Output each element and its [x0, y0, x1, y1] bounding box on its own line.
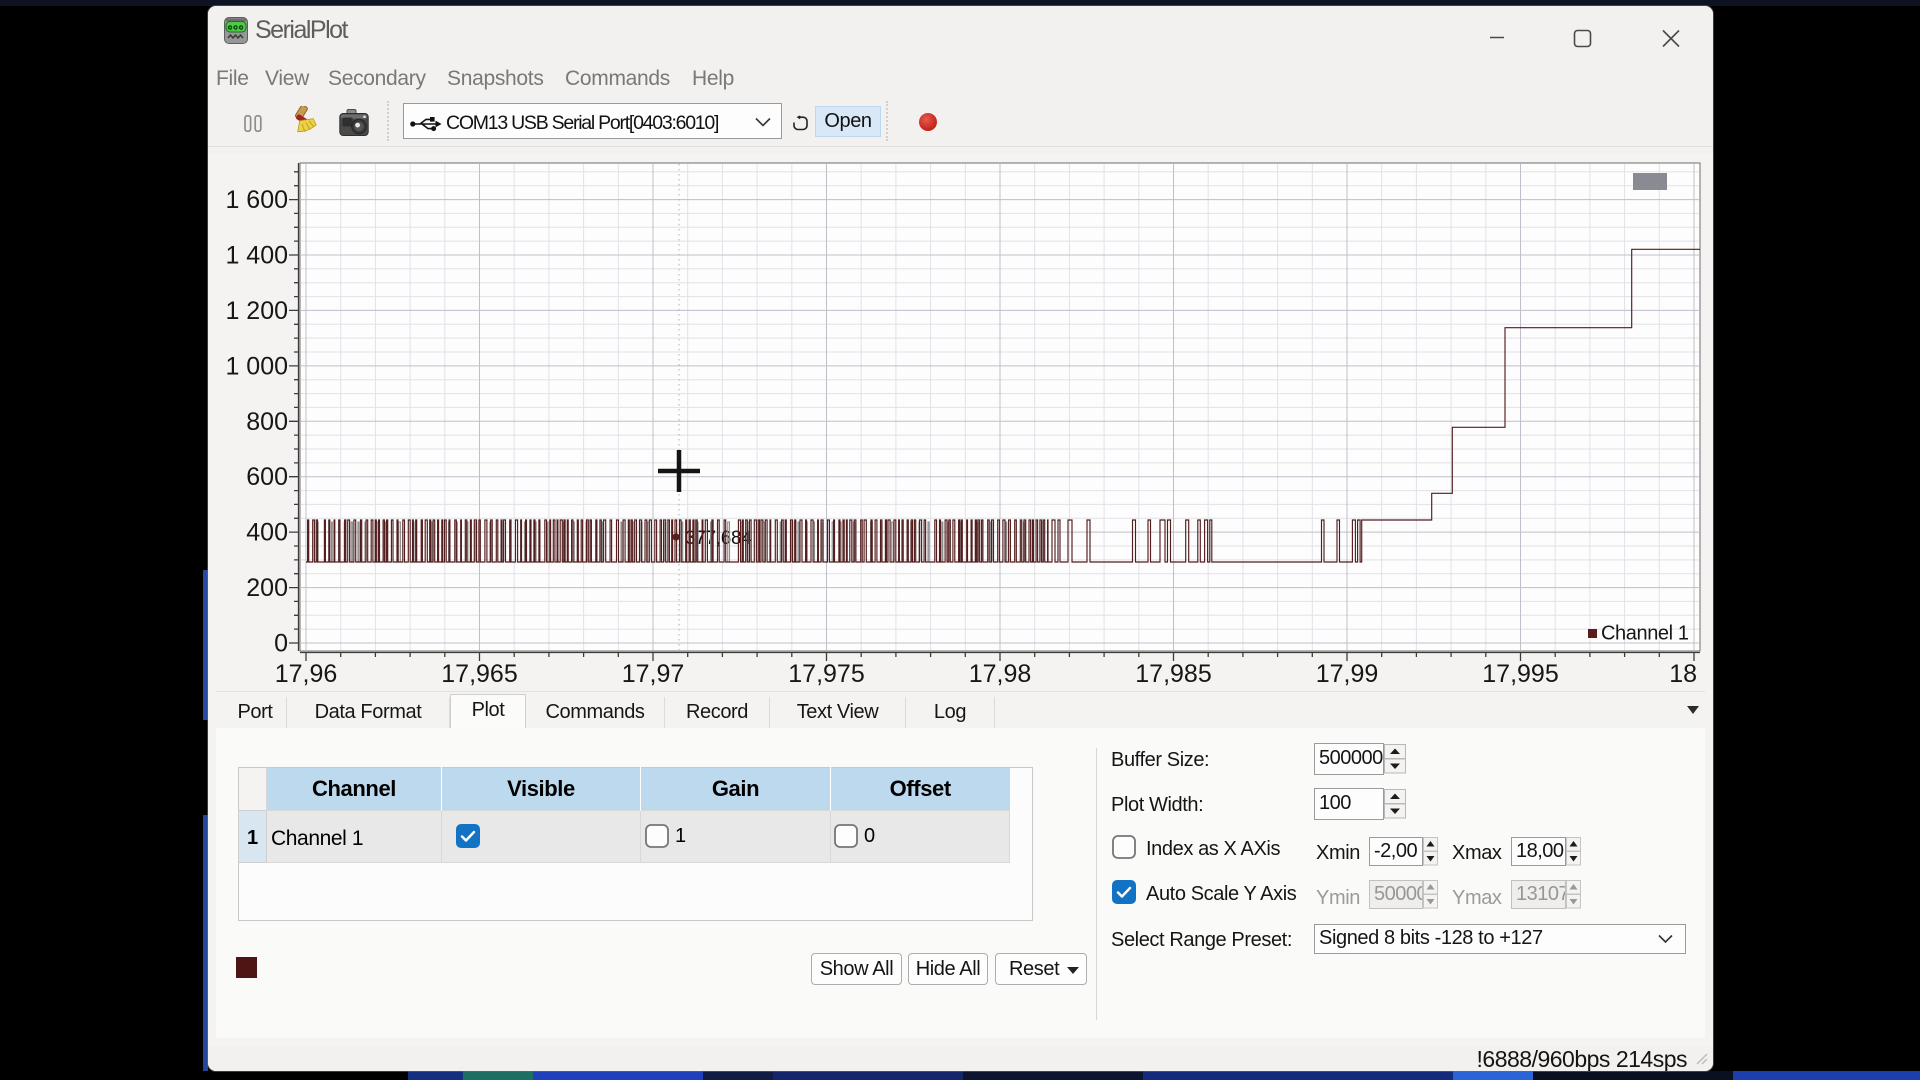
svg-text:200: 200 [246, 574, 288, 602]
svg-text:17,99: 17,99 [1316, 660, 1379, 688]
svg-text:17,965: 17,965 [441, 660, 517, 688]
svg-text:600: 600 [246, 463, 288, 491]
svg-text:17,98: 17,98 [969, 660, 1032, 688]
svg-text:1 600: 1 600 [225, 186, 288, 214]
svg-text:1 400: 1 400 [225, 242, 288, 270]
svg-text:800: 800 [246, 408, 288, 436]
svg-text:Channel 1: Channel 1 [1601, 623, 1689, 645]
svg-text:17,985: 17,985 [1135, 660, 1211, 688]
svg-text:17,97: 17,97 [622, 660, 685, 688]
svg-text:17,96: 17,96 [275, 660, 338, 688]
svg-text:18: 18 [1669, 660, 1697, 688]
svg-text:400: 400 [246, 519, 288, 547]
svg-text:1 200: 1 200 [225, 297, 288, 325]
svg-text:0: 0 [274, 630, 288, 658]
svg-text:17,995: 17,995 [1482, 660, 1558, 688]
svg-text:1 000: 1 000 [225, 352, 288, 380]
svg-text:17,975: 17,975 [788, 660, 864, 688]
